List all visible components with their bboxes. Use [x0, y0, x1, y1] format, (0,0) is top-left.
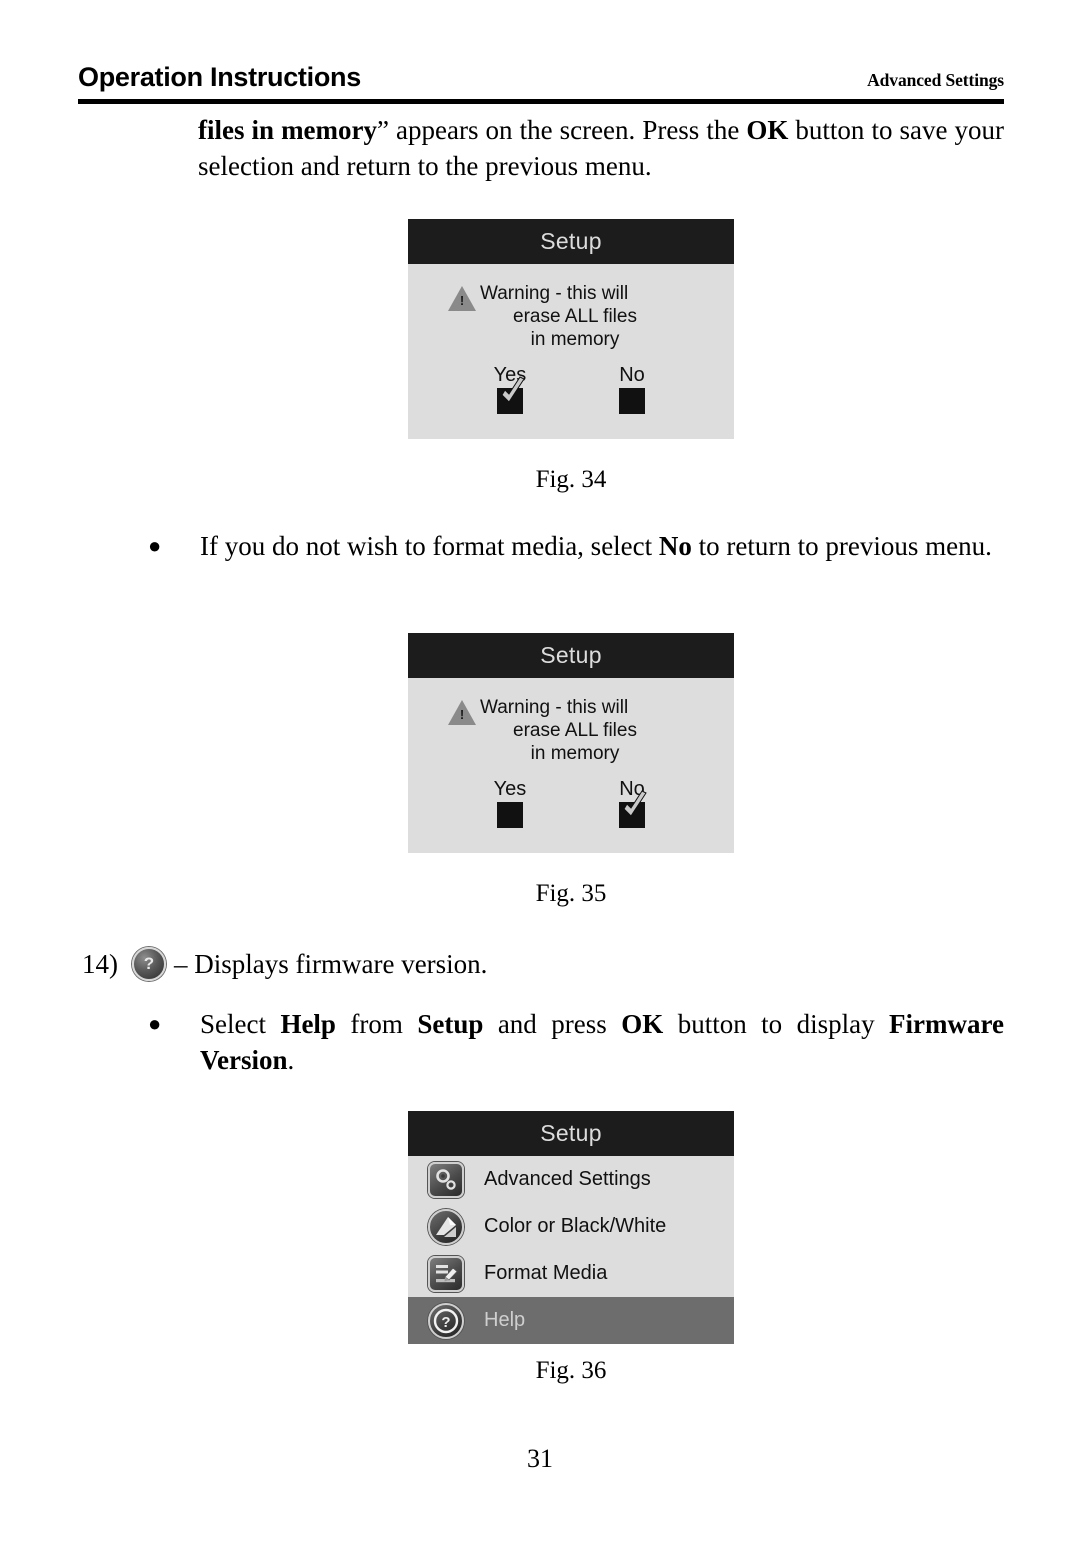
choice-no-fig35[interactable]: No: [592, 778, 672, 828]
warning-block-fig35: Warning - this will erase ALL files in m…: [408, 678, 734, 765]
warning-triangle-icon: [448, 700, 476, 725]
bullet-1-part1: If you do not wish to format media, sele…: [200, 531, 659, 561]
header-title-right: Advanced Settings: [867, 70, 1004, 90]
numbered-item-14: 14) – Displays firmware version.: [82, 946, 982, 982]
warning-line-1: Warning - this will: [480, 283, 629, 304]
choice-no-checkbox[interactable]: [619, 388, 645, 414]
choice-no-fig34[interactable]: No: [592, 364, 672, 414]
screen-titlebar-fig36: Setup: [408, 1111, 734, 1156]
screen-titlebar-fig35: Setup: [408, 633, 734, 678]
menu-item-advanced-settings-label: Advanced Settings: [484, 1168, 651, 1190]
bullet-2-part3: and press: [483, 1009, 622, 1039]
menu-item-color-or-black-white-label: Color or Black/White: [484, 1215, 667, 1237]
menu-item-advanced-settings[interactable]: Advanced Settings: [408, 1156, 734, 1203]
figure-34-caption: Fig. 34: [535, 466, 607, 493]
menu-item-help-label: Help: [484, 1309, 526, 1331]
warning-line-2: erase ALL files: [513, 720, 637, 741]
device-screen-fig34: Setup Warning - this will erase ALL file…: [408, 219, 734, 439]
figure-36: Setup Advanced Settings Color or Black/W…: [408, 1111, 734, 1344]
bullet-2-bold3: OK: [621, 1009, 664, 1039]
menu-item-color-or-black-white[interactable]: Color or Black/White: [408, 1203, 734, 1250]
screen-body-fig35: Warning - this will erase ALL files in m…: [408, 678, 734, 853]
page-number: 31: [527, 1444, 553, 1473]
intro-bold-lead: files in memory: [198, 115, 378, 145]
figure-34: Setup Warning - this will erase ALL file…: [408, 219, 734, 439]
device-screen-fig35: Setup Warning - this will erase ALL file…: [408, 633, 734, 853]
bullet-2-bold2: Setup: [417, 1009, 484, 1039]
warning-triangle-icon: [448, 286, 476, 311]
header-rule: [78, 99, 1004, 104]
header-title-left: Operation Instructions: [78, 62, 361, 92]
figure-35: Setup Warning - this will erase ALL file…: [408, 633, 734, 853]
choice-no-label: No: [619, 364, 645, 386]
warning-line-3: in memory: [530, 743, 620, 764]
intro-text-after: appears on the screen. Press the: [389, 115, 747, 145]
setup-menu-list: Advanced Settings Color or Black/White F…: [408, 1156, 734, 1344]
bullet-item-1-text: If you do not wish to format media, sele…: [200, 528, 1004, 564]
warning-line-2: erase ALL files: [513, 306, 637, 327]
warning-line-3: in memory: [530, 329, 620, 350]
svg-text:?: ?: [441, 1314, 450, 1331]
choice-yes-checkbox[interactable]: [497, 802, 523, 828]
choice-yes-label: Yes: [493, 364, 527, 386]
numbered-item-14-number: 14): [82, 949, 118, 979]
figure-35-caption: Fig. 35: [535, 880, 607, 907]
menu-item-format-media-label: Format Media: [484, 1262, 608, 1284]
bullet-2-bold1: Help: [280, 1009, 336, 1039]
intro-paragraph: files in memory” appears on the screen. …: [198, 112, 1004, 184]
bullet-1-part2: to return to previous menu.: [691, 531, 992, 561]
help-circle-icon: [132, 947, 166, 981]
document-page: Operation Instructions Advanced Settings…: [0, 0, 1080, 1554]
warning-message-fig34: Warning - this will erase ALL files in m…: [480, 282, 670, 351]
warning-message-fig35: Warning - this will erase ALL files in m…: [480, 696, 670, 765]
numbered-item-14-text: – Displays firmware version.: [174, 949, 488, 979]
gears-icon: [428, 1161, 464, 1198]
choice-no-label: No: [619, 778, 645, 800]
figure-36-caption: Fig. 36: [535, 1357, 607, 1384]
running-header: Operation Instructions Advanced Settings: [78, 62, 1004, 93]
menu-item-format-media[interactable]: Format Media: [408, 1250, 734, 1297]
bullet-2-part1: Select: [200, 1009, 281, 1039]
choice-no-checkbox[interactable]: [619, 790, 647, 828]
bullet-item-2-text: Select Help from Setup and press OK butt…: [200, 1006, 1004, 1078]
bullet-2-part5: .: [287, 1045, 295, 1075]
warning-line-1: Warning - this will: [480, 697, 629, 718]
intro-quote: ”: [377, 115, 390, 145]
choice-yes-checkbox[interactable]: [497, 376, 525, 414]
bullet-2-part2: from: [335, 1009, 418, 1039]
choice-yes-fig34[interactable]: Yes: [470, 364, 550, 414]
color-bw-circle-icon: [428, 1208, 464, 1245]
menu-item-help[interactable]: ? Help: [408, 1297, 734, 1344]
format-media-icon: [428, 1255, 464, 1292]
device-screen-fig36: Setup Advanced Settings Color or Black/W…: [408, 1111, 734, 1344]
warning-block-fig34: Warning - this will erase ALL files in m…: [408, 264, 734, 351]
choice-yes-fig35[interactable]: Yes: [470, 778, 550, 828]
intro-bold-ok: OK: [746, 115, 789, 145]
bullet-2-part4: button to display: [663, 1009, 890, 1039]
bullet-marker: ●: [148, 1011, 162, 1036]
help-circle-icon: ?: [428, 1302, 464, 1339]
screen-body-fig34: Warning - this will erase ALL files in m…: [408, 264, 734, 439]
screen-titlebar-fig34: Setup: [408, 219, 734, 264]
bullet-1-bold: No: [658, 531, 692, 561]
choice-yes-label: Yes: [493, 778, 527, 800]
bullet-marker: ●: [148, 533, 162, 558]
